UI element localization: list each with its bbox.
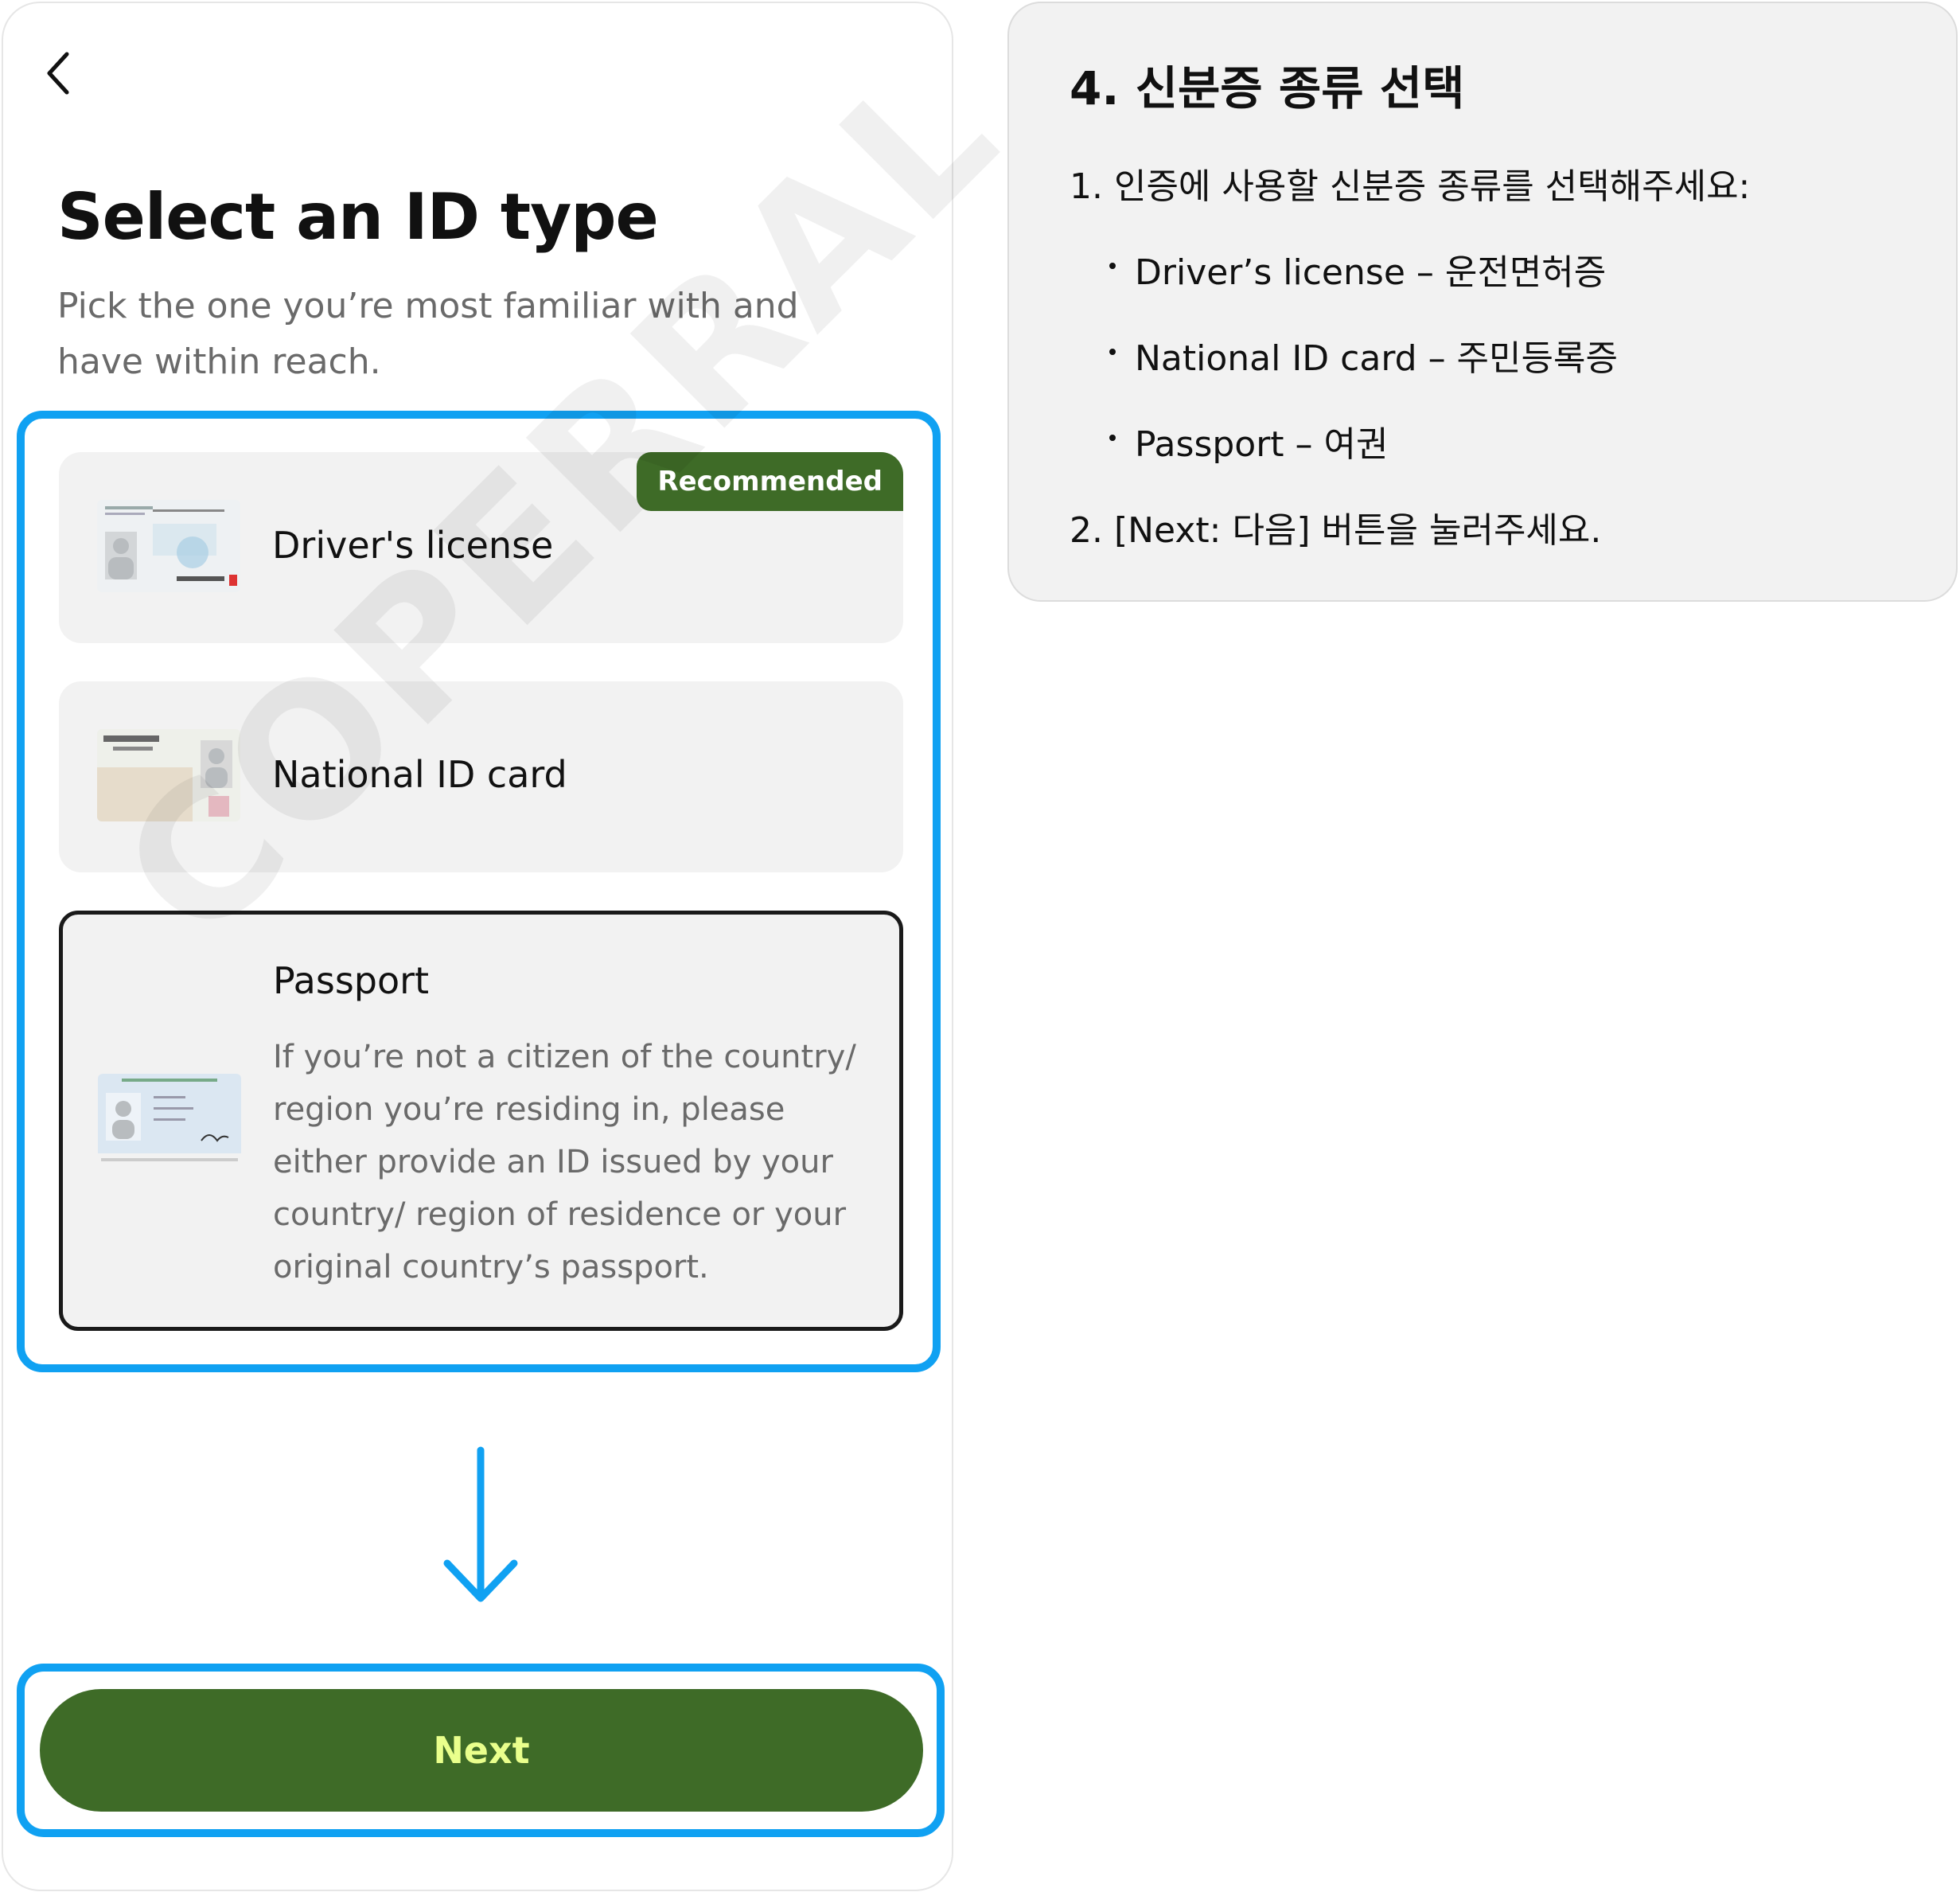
bullet-text: Driver’s license – 운전면허증 xyxy=(1135,252,1607,293)
instruction-step-1: 1. 인증에 사용할 신분증 종류를 선택해주세요: xyxy=(1070,166,1751,207)
bullet-text: National ID card – 주민등록증 xyxy=(1135,338,1618,379)
down-arrow-icon xyxy=(443,1446,518,1602)
option-passport[interactable]: Passport If you’re not a citizen of the … xyxy=(59,911,903,1331)
back-chevron-icon[interactable] xyxy=(41,49,76,97)
recommended-badge: Recommended xyxy=(637,452,903,511)
phone-screen: Select an ID type Pick the one you’re mo… xyxy=(2,2,1039,1891)
next-button[interactable]: Next xyxy=(40,1689,923,1812)
drivers-license-card-icon xyxy=(97,500,240,592)
instruction-title: 4. 신분증 종류 선택 xyxy=(1070,61,1465,115)
national-id-card-icon xyxy=(97,729,240,821)
drivers-license-label: Driver's license xyxy=(272,524,554,567)
passport-description: If you’re not a citizen of the country/ … xyxy=(273,1039,856,1285)
option-national-id-card[interactable]: National ID card xyxy=(59,681,903,872)
bullet-text: Passport – 여권 xyxy=(1135,424,1389,465)
instruction-panel: 4. 신분증 종류 선택 1. 인증에 사용할 신분증 종류를 선택해주세요: … xyxy=(1007,2,1958,602)
bullet-dot-icon xyxy=(1109,263,1116,269)
passport-card-icon xyxy=(98,1074,241,1161)
passport-label: Passport xyxy=(273,959,430,1002)
page-subtitle: Pick the one you’re most familiar with a… xyxy=(57,286,799,382)
bullet-dot-icon xyxy=(1109,435,1116,441)
instruction-bullet: National ID card – 주민등록증 xyxy=(1109,330,1618,380)
bullet-dot-icon xyxy=(1109,349,1116,355)
instruction-step-2: 2. [Next: 다음] 버튼을 눌러주세요. xyxy=(1070,510,1602,551)
page-title: Select an ID type xyxy=(57,180,659,254)
instruction-bullet: Passport – 여권 xyxy=(1109,415,1389,466)
national-id-card-label: National ID card xyxy=(272,753,567,796)
option-drivers-license[interactable]: Recommended Driver's license xyxy=(59,452,903,643)
instruction-bullet: Driver’s license – 운전면허증 xyxy=(1109,244,1607,295)
